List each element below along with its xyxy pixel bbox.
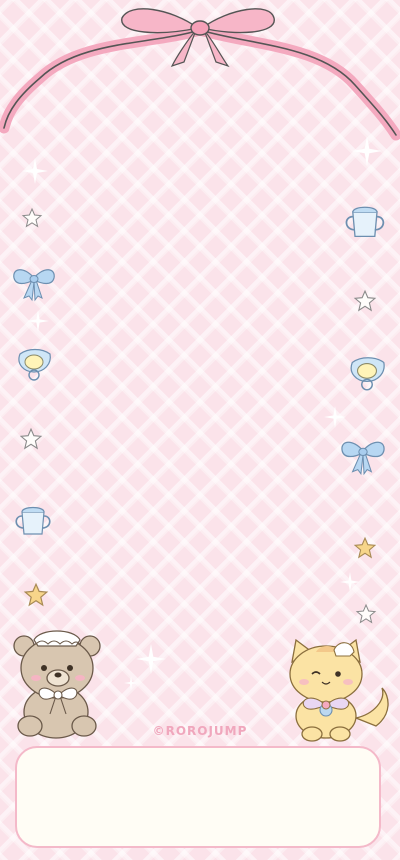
blue-bow-icon — [13, 269, 55, 302]
sparkle-icon — [340, 572, 360, 592]
pacifier-icon — [18, 348, 51, 381]
blue-bow-icon — [341, 441, 385, 476]
baby-cup-icon — [15, 506, 51, 535]
baby-cup-icon — [345, 206, 385, 238]
sparkle-icon — [352, 136, 382, 166]
pacifier-icon — [350, 357, 385, 391]
note-card — [15, 746, 381, 848]
yellow-star-icon — [353, 536, 377, 559]
sparkle-icon — [27, 310, 49, 332]
yellow-star-icon — [23, 582, 49, 607]
credit-text: ©ROROJUMP — [152, 724, 248, 738]
star-icon — [21, 207, 43, 228]
sparkle-icon — [124, 676, 138, 690]
sparkle-icon — [324, 406, 346, 428]
sparkle-icon — [136, 644, 166, 674]
star-icon — [355, 603, 377, 624]
star-icon — [19, 427, 43, 450]
sparkle-icon — [22, 158, 48, 184]
ribbon-bow-icon — [0, 8, 400, 141]
star-icon — [353, 289, 377, 312]
wallpaper: ©ROROJUMP — [0, 0, 400, 860]
